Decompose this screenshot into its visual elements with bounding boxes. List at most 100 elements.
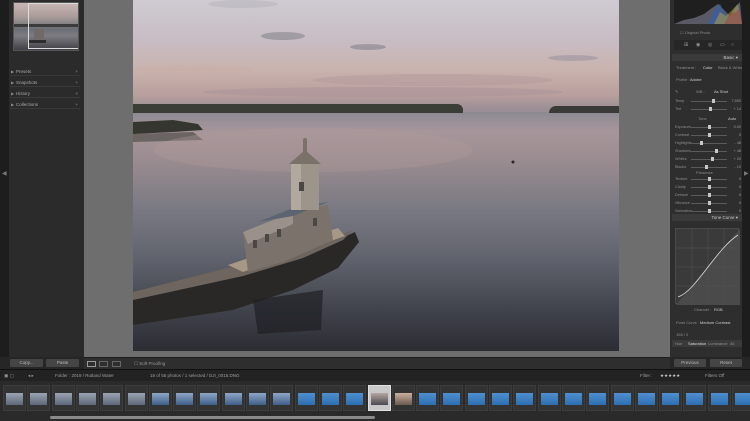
slider-knob[interactable] [707, 185, 711, 189]
panel-history[interactable]: ▶ History × [10, 90, 80, 98]
filmstrip-thumbnail[interactable] [221, 385, 245, 411]
slider-track[interactable] [691, 101, 727, 102]
slider-knob[interactable] [707, 133, 711, 137]
filmstrip-thumbnail[interactable] [440, 385, 464, 411]
slider-knob[interactable] [711, 157, 715, 161]
panel-snapshots[interactable]: ▶ Snapshots + [10, 79, 80, 87]
left-panel-collapse-strip[interactable]: ◀ [0, 0, 9, 357]
slider-knob[interactable] [707, 193, 711, 197]
filmstrip-thumbnail[interactable] [343, 385, 367, 411]
slider-value[interactable]: 0 [739, 192, 741, 198]
add-snapshot-icon[interactable]: + [75, 79, 78, 87]
slider-shadows[interactable]: Shadows + 48 [675, 148, 741, 154]
filmstrip-thumbnail[interactable] [367, 385, 391, 411]
filmstrip-thumbnail[interactable] [148, 385, 172, 411]
slider-highlights[interactable]: Highlights - 48 [675, 140, 741, 146]
slider-temp[interactable]: Temp 7,550 [675, 98, 741, 104]
filmstrip-thumbnail[interactable] [197, 385, 221, 411]
filmstrip-thumbnail[interactable] [3, 385, 26, 411]
reset-button[interactable]: Reset [710, 359, 742, 367]
paste-button[interactable]: Paste [46, 359, 79, 367]
slider-track[interactable] [691, 151, 727, 152]
filmstrip-thumbnail[interactable] [634, 385, 658, 411]
hsl-saturation-tab[interactable]: Saturation [688, 341, 706, 346]
slider-value[interactable]: + 20 [734, 156, 742, 162]
slider-value[interactable]: - 10 [734, 164, 741, 170]
slider-knob[interactable] [707, 125, 711, 129]
navigator-zoom-frame[interactable] [28, 3, 78, 49]
adjustment-brush-icon[interactable]: ○ [731, 42, 734, 48]
slider-tint[interactable]: Tint + 14 [675, 106, 741, 112]
treatment-color-button[interactable]: Color [703, 65, 713, 70]
filmstrip-thumbnail[interactable] [51, 385, 75, 411]
filmstrip-thumbnail[interactable] [513, 385, 537, 411]
slider-knob[interactable] [705, 165, 709, 169]
section-tone-curve-header[interactable]: Tone Curve ▾ [672, 214, 742, 221]
add-preset-icon[interactable]: + [75, 68, 78, 76]
slider-value[interactable]: 0.00 [734, 124, 741, 130]
filmstrip-thumbnail[interactable] [732, 385, 750, 411]
slider-contrast[interactable]: Contrast 0 [675, 132, 741, 138]
before-after-icon[interactable] [99, 361, 108, 367]
slider-knob[interactable] [707, 209, 711, 213]
compare-view-icon[interactable] [112, 361, 121, 367]
slider-knob[interactable] [700, 141, 704, 145]
filmstrip[interactable] [0, 381, 750, 421]
slider-value[interactable]: - 48 [734, 140, 741, 146]
filmstrip-thumbnail[interactable] [416, 385, 440, 411]
filmstrip-thumbnail[interactable] [270, 385, 294, 411]
slider-value[interactable]: 0 [739, 132, 741, 138]
loupe-view-icon[interactable] [87, 361, 96, 367]
hsl-hue-tab[interactable]: Hue [675, 341, 682, 346]
slider-knob[interactable] [709, 107, 713, 111]
tone-curve-graph[interactable] [675, 228, 740, 305]
hsl-section-header[interactable]: Hue Saturation Luminance All [672, 340, 742, 347]
main-photo[interactable] [133, 0, 619, 351]
image-canvas[interactable] [84, 0, 670, 357]
slider-clarity[interactable]: Clarity 0 [675, 184, 741, 190]
filmstrip-thumbnail[interactable] [610, 385, 634, 411]
histogram[interactable] [674, 0, 742, 24]
filmstrip-thumbnail[interactable] [124, 385, 148, 411]
wb-eyedropper-icon[interactable]: ✎ [675, 89, 678, 94]
filmstrip-thumbnail[interactable] [75, 385, 99, 411]
slider-knob[interactable] [707, 201, 711, 205]
slider-value[interactable]: + 48 [734, 148, 742, 154]
filmstrip-thumbnail[interactable] [173, 385, 197, 411]
point-curve-select[interactable]: Medium Contrast [700, 320, 730, 325]
slider-value[interactable]: 0 [739, 176, 741, 182]
previous-button[interactable]: Previous [674, 359, 706, 367]
wb-select[interactable]: As Shot [714, 89, 728, 94]
slider-track[interactable] [691, 143, 727, 144]
filmstrip-thumbnail[interactable] [27, 385, 51, 411]
profile-select[interactable]: Adobe [690, 77, 702, 82]
copy-button[interactable]: Copy... [10, 359, 43, 367]
panel-collections[interactable]: ▶ Collections + [10, 101, 80, 109]
slider-knob[interactable] [714, 149, 718, 153]
slider-exposure[interactable]: Exposure 0.00 [675, 124, 741, 130]
right-panel-collapse-strip[interactable]: ▶ [742, 0, 750, 357]
filmstrip-thumbnail[interactable] [659, 385, 683, 411]
curve-channel-select[interactable]: RGB [714, 307, 723, 312]
filmstrip-thumbnail[interactable] [489, 385, 512, 411]
filmstrip-thumbnail[interactable] [707, 385, 731, 411]
slider-track[interactable] [691, 159, 727, 160]
filmstrip-thumbnail[interactable] [464, 385, 488, 411]
slider-vibrance[interactable]: Vibrance 0 [675, 200, 741, 206]
hsl-luminance-tab[interactable]: Luminance [708, 341, 728, 346]
filmstrip-thumbnail[interactable] [586, 385, 610, 411]
slider-knob[interactable] [711, 99, 715, 103]
hsl-all-tab[interactable]: All [730, 341, 734, 346]
filmstrip-thumbnail[interactable] [294, 385, 318, 411]
slider-value[interactable]: 0 [739, 200, 741, 206]
section-basic-header[interactable]: Basic ▾ [672, 54, 742, 61]
slider-value[interactable]: 7,550 [731, 98, 741, 104]
filmstrip-thumbnail[interactable] [246, 385, 269, 411]
clear-history-icon[interactable]: × [75, 90, 78, 98]
original-photo-checkbox[interactable]: ☐ Original Photo [680, 30, 710, 35]
slider-texture[interactable]: Texture 0 [675, 176, 741, 182]
slider-knob[interactable] [707, 177, 711, 181]
slider-whites[interactable]: Whites + 20 [675, 156, 741, 162]
graduated-filter-icon[interactable]: ▭ [720, 42, 725, 48]
filmstrip-thumbnail[interactable] [683, 385, 707, 411]
